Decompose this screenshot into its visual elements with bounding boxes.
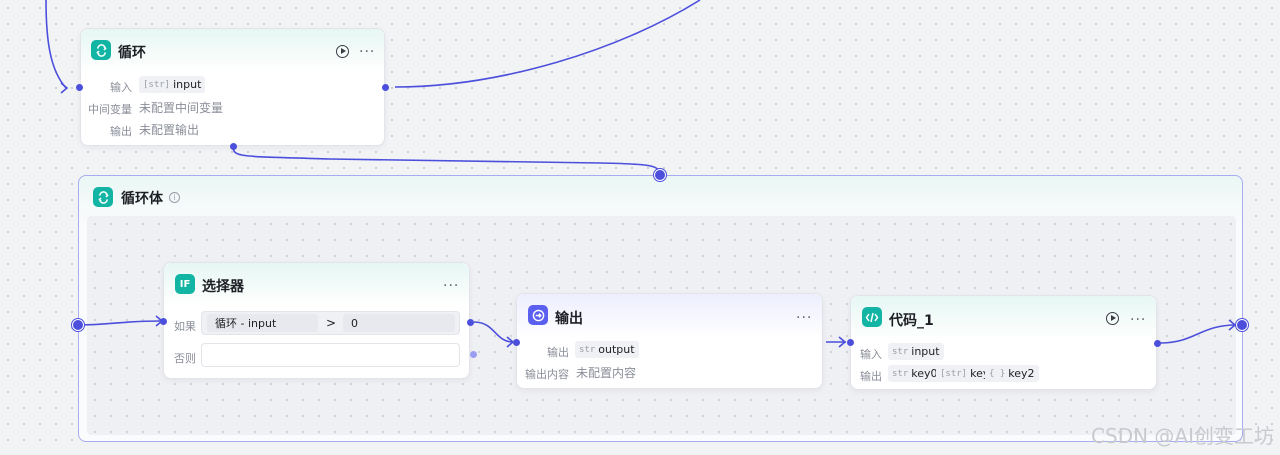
code-input-tag: str input	[888, 343, 944, 360]
code-output-tag: str key0	[888, 365, 942, 382]
condition-right-field[interactable]: 0	[343, 314, 455, 332]
more-options-icon[interactable]: ···	[796, 311, 812, 325]
type-icon: [str]	[143, 79, 171, 90]
output-label: 输出	[547, 346, 569, 359]
loop-input-tag: [str] input	[139, 76, 206, 93]
code-input-port[interactable]	[847, 339, 854, 346]
code-output-name: key2	[1008, 367, 1035, 380]
code-output-label: 输出	[860, 370, 882, 383]
selector-if-port[interactable]	[467, 319, 474, 326]
code-output-tag: { } key2	[985, 365, 1039, 382]
condition-row[interactable]: 循环 - input > 0	[201, 311, 460, 335]
output-input-port[interactable]	[513, 339, 520, 346]
selector-else-port[interactable]	[470, 351, 477, 358]
more-options-icon[interactable]: ···	[443, 279, 459, 293]
code-output-port[interactable]	[1154, 340, 1161, 347]
type-icon: str	[892, 346, 909, 357]
condition-left-field[interactable]: 循环 - input	[207, 314, 318, 332]
more-options-icon[interactable]: ···	[359, 45, 375, 59]
selector-node[interactable]: IF 选择器 ··· 如果 循环 - input > 0 否则	[163, 262, 470, 379]
type-icon: str	[579, 344, 596, 355]
code-node[interactable]: 代码_1 ··· 输入 str input 输出 str key0 [str] …	[850, 295, 1157, 390]
output-content-label: 输出内容	[525, 368, 569, 381]
loop-body-start-port[interactable]	[72, 319, 84, 331]
selector-input-port[interactable]	[160, 318, 167, 325]
loop-output-port[interactable]	[382, 84, 389, 91]
loop-output-label: 输出	[110, 125, 132, 138]
output-tag: str output	[575, 341, 639, 358]
loop-mid-value: 未配置中间变量	[139, 101, 224, 115]
loop-body-top-port[interactable]	[654, 169, 666, 181]
loop-input-label: 输入	[110, 81, 132, 94]
if-label: 如果	[174, 320, 196, 333]
output-node[interactable]: 输出 ··· 输出 str output 输出内容 未配置内容	[516, 293, 823, 389]
run-icon[interactable]	[1106, 312, 1119, 325]
loop-body-end-port[interactable]	[1236, 319, 1248, 331]
loop-body-port[interactable]	[230, 143, 237, 150]
loop-node[interactable]: 循环 ··· 输入 [str] input 中间变量 未配置中间变量 输出 未配…	[80, 28, 385, 146]
condition-operator[interactable]: >	[326, 316, 336, 330]
code-input-label: 输入	[860, 348, 882, 361]
code-output-name: key0	[911, 367, 938, 380]
output-node-title: 输出	[555, 311, 583, 327]
code-node-title: 代码_1	[889, 313, 934, 329]
type-icon: { }	[989, 368, 1006, 379]
info-icon[interactable]: i	[169, 192, 180, 203]
code-input-value: input	[911, 345, 940, 358]
type-icon: [str]	[940, 368, 968, 379]
output-icon	[528, 305, 548, 325]
loop-icon	[93, 187, 113, 207]
output-value: output	[598, 343, 635, 356]
output-content-value: 未配置内容	[576, 366, 637, 380]
watermark: CSDN @AI创变工坊	[1091, 424, 1274, 448]
selector-node-title: 选择器	[202, 279, 244, 295]
else-box[interactable]	[201, 343, 460, 367]
loop-body-title: 循环体	[121, 191, 163, 207]
loop-input-port[interactable]	[76, 84, 83, 91]
loop-input-value: input	[173, 78, 202, 91]
loop-output-value: 未配置输出	[139, 123, 200, 137]
loop-node-title: 循环	[118, 45, 146, 61]
if-icon: IF	[175, 274, 195, 294]
loop-icon	[91, 40, 111, 60]
more-options-icon[interactable]: ···	[1130, 313, 1146, 327]
loop-mid-label: 中间变量	[88, 103, 132, 116]
code-icon	[862, 307, 882, 327]
else-label: 否则	[174, 352, 196, 365]
run-icon[interactable]	[336, 45, 349, 58]
type-icon: str	[892, 368, 909, 379]
